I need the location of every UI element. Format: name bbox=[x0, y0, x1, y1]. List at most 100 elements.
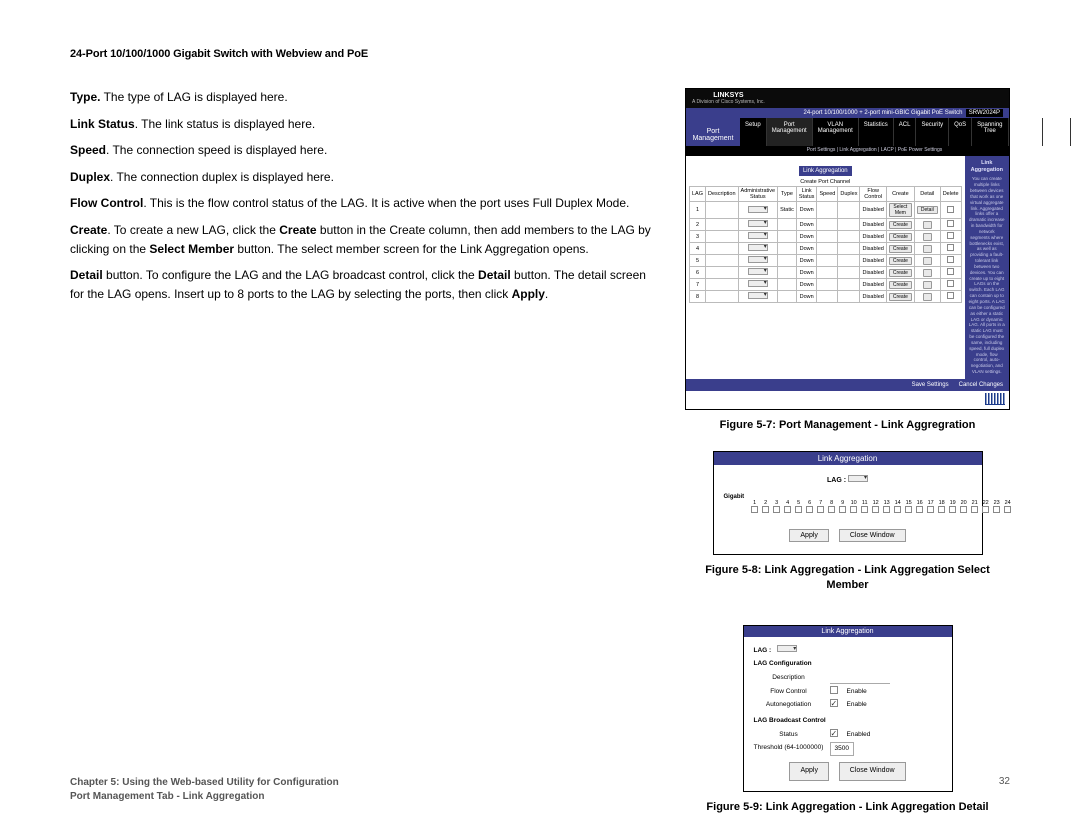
port-checkbox[interactable] bbox=[762, 506, 769, 513]
fig7-tab-multicast[interactable]: Multicast bbox=[1009, 118, 1044, 146]
fig7-td[interactable] bbox=[738, 255, 778, 267]
fig7-td[interactable] bbox=[940, 279, 961, 291]
fig7-td[interactable] bbox=[914, 219, 940, 231]
fig7-td[interactable]: Detail bbox=[914, 202, 940, 219]
fig8-close-button[interactable]: Close Window bbox=[839, 529, 906, 542]
fig7-td[interactable]: Create bbox=[886, 267, 914, 279]
fig7-td[interactable] bbox=[738, 279, 778, 291]
port-checkbox[interactable] bbox=[773, 506, 780, 513]
port-checkbox[interactable] bbox=[784, 506, 791, 513]
fig7-subtabs: Port Settings | Link Aggregation | LACP … bbox=[686, 146, 1009, 156]
fig7-td[interactable] bbox=[940, 202, 961, 219]
fig7-td[interactable] bbox=[914, 231, 940, 243]
fig7-td[interactable] bbox=[914, 267, 940, 279]
fig7-cancel-button[interactable]: Cancel Changes bbox=[959, 382, 1003, 388]
fig7-td[interactable] bbox=[940, 267, 961, 279]
fig7-tab-admin[interactable]: Admin bbox=[1043, 118, 1071, 146]
fig7-td[interactable] bbox=[940, 243, 961, 255]
fig9-lag-label: LAG : bbox=[754, 645, 772, 657]
port-checkbox[interactable] bbox=[751, 506, 758, 513]
fig8-apply-button[interactable]: Apply bbox=[789, 529, 829, 542]
fig7-frame: LINKSYSA Division of Cisco Systems, Inc.… bbox=[685, 88, 1010, 410]
fig7-tab-statistics[interactable]: Statistics bbox=[859, 118, 894, 146]
fig7-td[interactable] bbox=[738, 291, 778, 303]
fig7-td[interactable] bbox=[940, 291, 961, 303]
fig7-tab-stp[interactable]: Spanning Tree bbox=[972, 118, 1008, 146]
fig7-td[interactable] bbox=[914, 279, 940, 291]
fig7-th: Description bbox=[706, 187, 739, 202]
fig8-port-13: 13 bbox=[882, 500, 891, 513]
fig7-td bbox=[817, 219, 838, 231]
port-checkbox[interactable] bbox=[795, 506, 802, 513]
port-checkbox[interactable] bbox=[872, 506, 879, 513]
fig7-th: Detail bbox=[914, 187, 940, 202]
fig7-td: Disabled bbox=[860, 219, 886, 231]
fig7-tab-setup[interactable]: Setup bbox=[740, 118, 767, 146]
fig7-td[interactable] bbox=[738, 231, 778, 243]
fig7-section-title: Link Aggregation bbox=[799, 166, 852, 176]
port-checkbox[interactable] bbox=[905, 506, 912, 513]
fig7-th: Create bbox=[886, 187, 914, 202]
fig7-td[interactable] bbox=[738, 219, 778, 231]
table-row: 3DownDisabledCreate bbox=[690, 231, 962, 243]
port-checkbox[interactable] bbox=[982, 506, 989, 513]
fig7-td[interactable]: Create bbox=[886, 231, 914, 243]
detail-label: Detail bbox=[70, 268, 103, 282]
fig7-td[interactable]: Create bbox=[886, 243, 914, 255]
fig7-save-button[interactable]: Save Settings bbox=[912, 382, 949, 388]
port-checkbox[interactable] bbox=[861, 506, 868, 513]
fig7-td[interactable] bbox=[940, 231, 961, 243]
fig7-td[interactable] bbox=[738, 202, 778, 219]
fig7-td bbox=[706, 279, 739, 291]
fig7-td bbox=[706, 255, 739, 267]
fig7-td[interactable]: Create bbox=[886, 219, 914, 231]
detail-text3: . bbox=[545, 287, 548, 301]
fig7-td[interactable]: Create bbox=[886, 291, 914, 303]
fig7-tab-port-management[interactable]: Port Management bbox=[767, 118, 813, 146]
fig7-tab-security[interactable]: Security bbox=[916, 118, 949, 146]
fig7-tab-vlan[interactable]: VLAN Management bbox=[813, 118, 859, 146]
fig7-th: Link Status bbox=[796, 187, 817, 202]
fig9-status-checkbox[interactable] bbox=[830, 729, 838, 737]
port-checkbox[interactable] bbox=[971, 506, 978, 513]
port-checkbox[interactable] bbox=[916, 506, 923, 513]
fig7-tab-acl[interactable]: ACL bbox=[894, 118, 917, 146]
port-checkbox[interactable] bbox=[828, 506, 835, 513]
port-checkbox[interactable] bbox=[1004, 506, 1011, 513]
port-checkbox[interactable] bbox=[960, 506, 967, 513]
fig7-td[interactable]: Create bbox=[886, 255, 914, 267]
content: Type. The type of LAG is displayed here.… bbox=[70, 88, 1010, 814]
fig9-lag-select[interactable] bbox=[777, 645, 797, 652]
fig7-td[interactable] bbox=[940, 219, 961, 231]
fig7-td[interactable] bbox=[914, 291, 940, 303]
port-checkbox[interactable] bbox=[839, 506, 846, 513]
fig8-lag-select[interactable] bbox=[848, 475, 868, 482]
port-checkbox[interactable] bbox=[817, 506, 824, 513]
port-checkbox[interactable] bbox=[949, 506, 956, 513]
port-checkbox[interactable] bbox=[927, 506, 934, 513]
fig9-auto-checkbox[interactable] bbox=[830, 699, 838, 707]
type-label: Type. bbox=[70, 90, 100, 104]
port-checkbox[interactable] bbox=[938, 506, 945, 513]
fig7-td[interactable] bbox=[914, 255, 940, 267]
figures-column: LINKSYSA Division of Cisco Systems, Inc.… bbox=[685, 88, 1010, 814]
port-checkbox[interactable] bbox=[883, 506, 890, 513]
fig9-flow-checkbox[interactable] bbox=[830, 686, 838, 694]
fig7-td[interactable] bbox=[914, 243, 940, 255]
fig7-tab-qos[interactable]: QoS bbox=[949, 118, 972, 146]
fig7-td bbox=[778, 231, 797, 243]
port-checkbox[interactable] bbox=[806, 506, 813, 513]
port-checkbox[interactable] bbox=[894, 506, 901, 513]
port-checkbox[interactable] bbox=[993, 506, 1000, 513]
fig7-td[interactable]: Create bbox=[886, 279, 914, 291]
fig9-desc-input[interactable] bbox=[830, 672, 890, 684]
fig7-td[interactable] bbox=[738, 243, 778, 255]
port-checkbox[interactable] bbox=[850, 506, 857, 513]
fig7-th: Flow Control bbox=[860, 187, 886, 202]
fig7-td[interactable] bbox=[738, 267, 778, 279]
fig7-td[interactable]: Select Mem bbox=[886, 202, 914, 219]
link-status-paragraph: Link Status. The link status is displaye… bbox=[70, 115, 657, 134]
fig7-td[interactable] bbox=[940, 255, 961, 267]
fig9-status-opt: Enabled bbox=[847, 729, 871, 741]
fig9-thresh-input[interactable]: 3500 bbox=[830, 742, 854, 756]
